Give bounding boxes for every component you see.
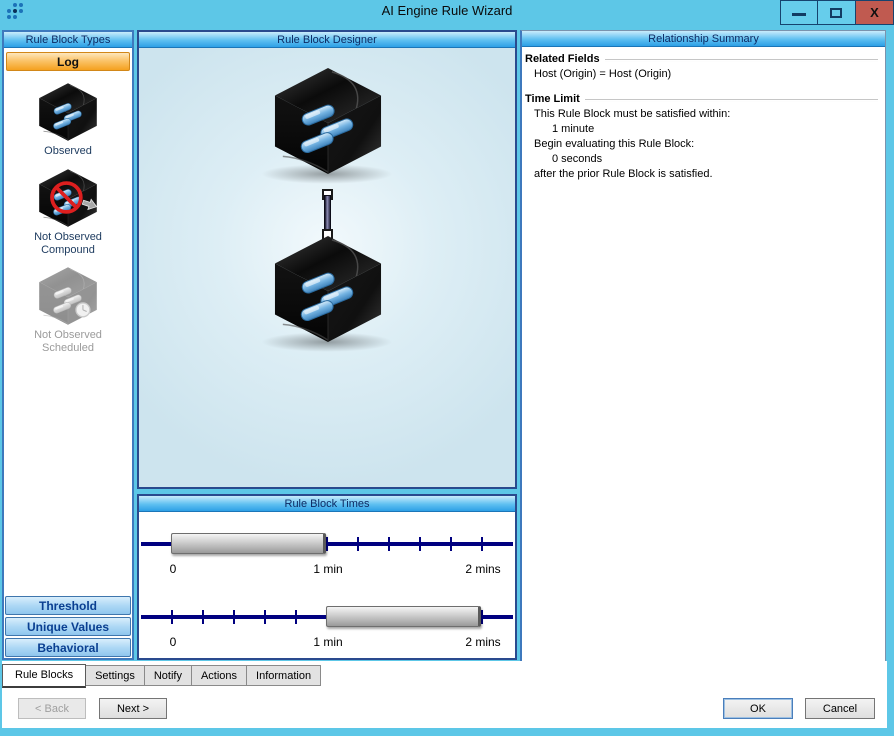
rule-block-2-cube[interactable] <box>269 234 387 344</box>
rule-block-times-panel: Rule Block Times 0 1 min 2 mins 0 1 min … <box>137 494 517 660</box>
unique-values-category-button[interactable]: Unique Values <box>5 617 131 636</box>
time-limit-rule-line <box>585 99 878 102</box>
not-observed-scheduled-icon <box>36 266 100 326</box>
maximize-icon <box>830 8 842 18</box>
window-title: AI Engine Rule Wizard <box>0 3 894 18</box>
slider2-label-1min: 1 min <box>313 635 342 649</box>
slider1-label-0: 0 <box>170 562 177 576</box>
relationship-summary-header: Relationship Summary <box>522 31 885 47</box>
rule-block-1-time-slider: 0 1 min 2 mins <box>139 520 515 590</box>
ok-button[interactable]: OK <box>723 698 793 719</box>
rule-block-type-list: Observed Not Observed Compound Not Obser… <box>5 76 131 594</box>
maximize-button[interactable] <box>818 0 856 25</box>
close-button[interactable]: X <box>856 0 894 25</box>
relationship-summary-body: Related Fields Host (Origin) = Host (Ori… <box>522 47 885 661</box>
relationship-summary-panel: Relationship Summary Related Fields Host… <box>520 30 886 662</box>
titlebar: AI Engine Rule Wizard X <box>0 0 894 22</box>
related-fields-group-title: Related Fields <box>525 53 880 66</box>
not-observed-compound-label: Not Observed Compound <box>16 231 120 257</box>
window-controls: X <box>780 0 894 25</box>
time-limit-line5: after the prior Rule Block is satisfied. <box>525 168 880 181</box>
observed-label: Observed <box>5 145 131 158</box>
slider1-time-bar[interactable] <box>171 533 326 554</box>
ai-engine-rule-wizard-window: AI Engine Rule Wizard X Rule Block Types… <box>0 0 894 736</box>
slider2-label-2mins: 2 mins <box>465 635 500 649</box>
cancel-button[interactable]: Cancel <box>805 698 875 719</box>
time-limit-line3: Begin evaluating this Rule Block: <box>525 138 880 151</box>
category-buttons: Threshold Unique Values Behavioral <box>5 594 131 657</box>
time-limit-line4: 0 seconds <box>525 153 880 166</box>
rule-block-designer-header: Rule Block Designer <box>139 32 515 48</box>
not-observed-scheduled-label: Not Observed Scheduled <box>16 329 120 355</box>
tab-actions[interactable]: Actions <box>192 665 247 686</box>
tab-settings[interactable]: Settings <box>86 665 145 686</box>
rule-block-1-cube[interactable] <box>269 66 387 176</box>
rule-block-times-body: 0 1 min 2 mins 0 1 min 2 mins <box>139 512 515 658</box>
designer-canvas[interactable] <box>139 48 515 487</box>
slider2-label-0: 0 <box>170 635 177 649</box>
log-category-button[interactable]: Log <box>6 52 130 71</box>
wizard-tabs: Rule Blocks Settings Notify Actions Info… <box>2 664 321 688</box>
related-fields-title: Related Fields <box>525 53 600 66</box>
slider1-label-2mins: 2 mins <box>465 562 500 576</box>
rule-block-type-observed[interactable]: Observed <box>5 82 131 158</box>
rule-block-2-time-slider: 0 1 min 2 mins <box>139 593 515 663</box>
related-fields-rule-line <box>605 59 878 62</box>
time-limit-line1: This Rule Block must be satisfied within… <box>525 108 880 121</box>
behavioral-category-button[interactable]: Behavioral <box>5 638 131 657</box>
next-button[interactable]: Next > <box>99 698 167 719</box>
tab-notify[interactable]: Notify <box>145 665 192 686</box>
back-button[interactable]: < Back <box>18 698 86 719</box>
slider1-label-1min: 1 min <box>313 562 342 576</box>
time-limit-line2: 1 minute <box>525 123 880 136</box>
rule-block-types-header: Rule Block Types <box>4 32 132 48</box>
related-fields-value: Host (Origin) = Host (Origin) <box>525 68 880 81</box>
rule-block-times-header: Rule Block Times <box>139 496 515 512</box>
minimize-button[interactable] <box>780 0 818 25</box>
rule-block-type-not-observed-scheduled[interactable]: Not Observed Scheduled <box>5 266 131 355</box>
minimize-icon <box>792 13 806 16</box>
time-limit-group-title: Time Limit <box>525 93 880 106</box>
rule-block-types-panel: Rule Block Types Log Observed Not Observ… <box>2 30 134 660</box>
observed-cube-icon <box>36 82 100 142</box>
threshold-category-button[interactable]: Threshold <box>5 596 131 615</box>
tab-information[interactable]: Information <box>247 665 321 686</box>
slider2-time-bar[interactable] <box>326 606 481 627</box>
rule-block-designer-panel: Rule Block Designer <box>137 30 517 489</box>
tab-rule-blocks[interactable]: Rule Blocks <box>2 664 86 688</box>
rule-block-type-not-observed-compound[interactable]: Not Observed Compound <box>5 168 131 257</box>
not-observed-compound-icon <box>36 168 100 228</box>
time-limit-title: Time Limit <box>525 93 580 106</box>
